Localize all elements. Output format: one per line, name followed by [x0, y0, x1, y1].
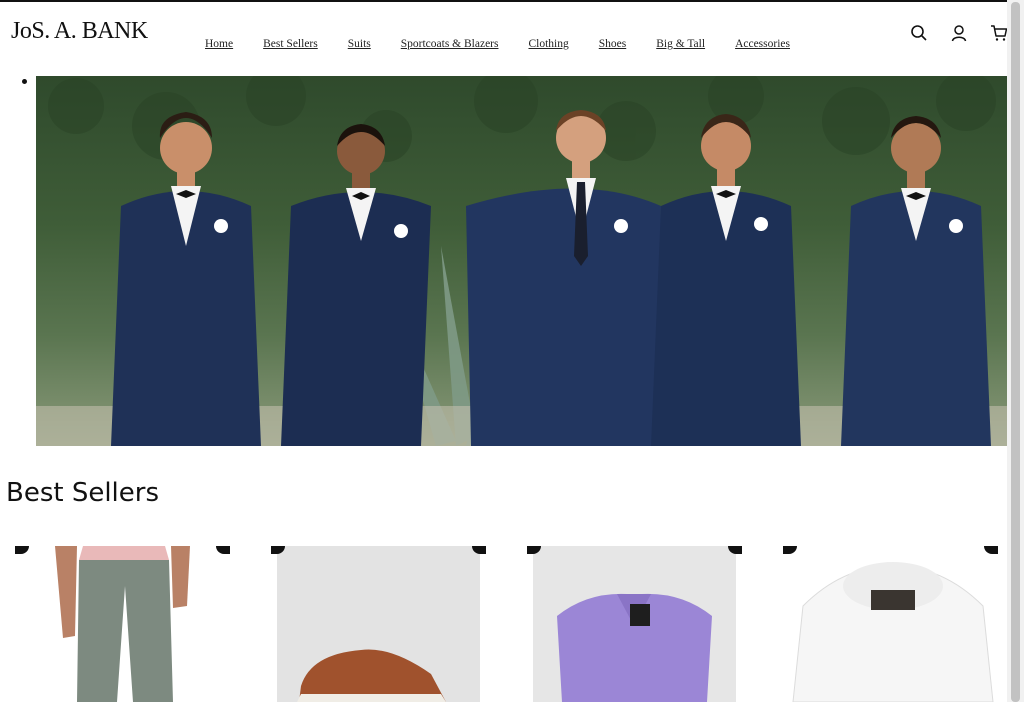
scrollbar-thumb[interactable] — [1011, 2, 1020, 702]
page-scrollbar[interactable] — [1007, 0, 1024, 702]
hero-banner[interactable] — [36, 76, 1007, 446]
main-nav: Home Best Sellers Suits Sportcoats & Bla… — [205, 38, 790, 50]
nav-suits[interactable]: Suits — [348, 38, 371, 50]
nav-accessories[interactable]: Accessories — [735, 38, 790, 50]
product-image-purple-polo — [527, 546, 742, 702]
product-card[interactable] — [271, 546, 486, 702]
cart-icon[interactable] — [990, 24, 1008, 42]
nav-big-tall[interactable]: Big & Tall — [656, 38, 705, 50]
nav-clothing[interactable]: Clothing — [528, 38, 568, 50]
search-icon[interactable] — [910, 24, 928, 42]
nav-best-sellers[interactable]: Best Sellers — [263, 38, 318, 50]
carousel-bullet — [22, 79, 27, 84]
product-image-white-shirt — [783, 546, 998, 702]
product-card[interactable] — [783, 546, 998, 702]
best-sellers-title: Best Sellers — [6, 478, 160, 508]
hero-illustration — [36, 76, 1007, 446]
product-card[interactable] — [527, 546, 742, 702]
nav-sportcoats-blazers[interactable]: Sportcoats & Blazers — [401, 38, 499, 50]
top-border — [0, 0, 1007, 2]
account-icon[interactable] — [950, 24, 968, 42]
brand-logo[interactable]: JoS. A. BANK — [11, 18, 148, 45]
header-actions — [910, 24, 1008, 42]
product-image-grey-pants — [15, 546, 230, 702]
nav-shoes[interactable]: Shoes — [599, 38, 626, 50]
nav-home[interactable]: Home — [205, 38, 233, 50]
product-card[interactable] — [15, 546, 230, 702]
product-image-brown-shoe — [271, 546, 486, 702]
